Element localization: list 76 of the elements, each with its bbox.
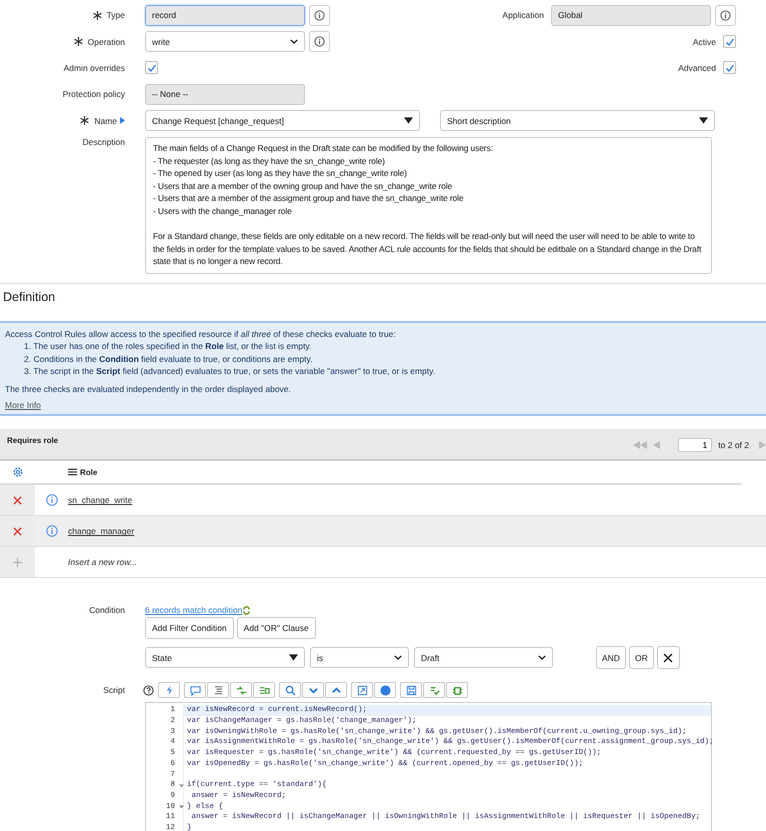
expand-icon[interactable]	[120, 117, 125, 124]
section-heading: Definition	[3, 290, 56, 306]
field-label: Script	[102, 684, 125, 696]
fullscreen-icon[interactable]	[351, 682, 373, 698]
field-label: Admin overrides	[62, 62, 125, 73]
application-field[interactable]: Global	[551, 4, 711, 26]
chevron-down-icon	[394, 655, 402, 660]
delete-icon[interactable]	[13, 526, 22, 536]
more-info-link[interactable]: More Info	[5, 400, 41, 410]
info-icon[interactable]	[715, 4, 736, 26]
field-select[interactable]: State	[145, 647, 305, 668]
info-text: Access Control Rules allow access to the specified resource if all three of these checks evaluate to true:	[5, 328, 397, 340]
insert-row-text[interactable]: Insert a new row...	[68, 557, 137, 568]
info-text: 3. The script in the Script field (advanced) evaluates to true, or sets the variable "answer" to true, or is empty.	[23, 365, 436, 378]
type-field[interactable]: record	[145, 4, 305, 26]
related-list-title: Requires role	[7, 436, 58, 446]
role-link[interactable]: change_manager	[68, 526, 134, 536]
filter-button[interactable]: Add "OR" Clause	[236, 617, 316, 640]
field-label: Name	[0, 116, 125, 126]
value-select[interactable]: Draft	[414, 647, 553, 668]
field-label: Application	[501, 10, 544, 20]
toggle-syntax-icon[interactable]	[158, 682, 180, 698]
fold-icon[interactable]	[179, 804, 184, 809]
column-header[interactable]: Role	[68, 468, 98, 477]
field-label: Advanced	[677, 62, 716, 73]
debug-icon[interactable]	[446, 682, 468, 698]
dropdown-arrow-icon	[404, 117, 413, 124]
remove-button[interactable]	[656, 646, 680, 670]
search-icon[interactable]	[279, 682, 301, 698]
field-label: Operation	[0, 36, 125, 47]
replace-all-icon[interactable]	[253, 682, 275, 698]
save-icon[interactable]	[400, 682, 422, 698]
filter-button[interactable]: Add Filter Condition	[145, 617, 234, 640]
fold-icon[interactable]	[179, 784, 184, 788]
chevron-down-icon	[290, 39, 298, 44]
active-checkbox[interactable]	[723, 35, 736, 48]
close-icon	[663, 652, 674, 663]
down-icon[interactable]	[302, 682, 324, 698]
description-field[interactable]: The main fields of a Change Request in the Draft state can be modified by the following users: - The requester (as long as they have the sn_change_write role) - The opened by user (as long as they have the sn_change_write role) - Users that are a member of the owning group and have the sn_change_write role - Users that are a member of the assigment group and have the sn_change_write role - Users with the change_manager role For a Standard change, these fields are only editable on a new record. The fields will be read-only but will need the user will need to be able to write to the fields in order for the template values to be saved. Another ACL rule accounts for the fields that should be editbale on a Standard change in the Draft state that is no longer a new record.	[145, 136, 712, 274]
page-count: to 2 of 2	[718, 440, 749, 450]
advanced-checkbox[interactable]	[723, 61, 736, 74]
field-label: Condition	[88, 605, 125, 616]
info-icon[interactable]	[309, 4, 330, 26]
refresh-icon[interactable]	[242, 606, 252, 615]
up-icon[interactable]	[325, 682, 347, 698]
page-field[interactable]: 1	[678, 438, 712, 452]
replace-icon[interactable]	[230, 682, 252, 698]
menu-icon[interactable]	[68, 468, 77, 476]
match-link[interactable]: 6 records match condition	[145, 605, 242, 616]
settings-icon[interactable]	[12, 466, 24, 478]
operation-select[interactable]: write	[145, 31, 305, 52]
protection-policy-field[interactable]: -- None --	[145, 84, 305, 105]
field-label: Type	[0, 10, 125, 20]
field-label: Protection policy	[62, 89, 125, 100]
role-link[interactable]: sn_change_write	[68, 495, 132, 506]
info-text: 1. The user has one of the roles specified in the Role list, or the list is empty.	[23, 340, 312, 353]
dropdown-arrow-icon	[289, 654, 298, 662]
info-icon[interactable]	[309, 31, 330, 52]
info-text: The three checks are evaluated independently in the order displayed above.	[5, 382, 292, 396]
admin-overrides-checkbox[interactable]	[145, 61, 158, 74]
format-icon[interactable]	[207, 682, 229, 698]
delete-icon[interactable]	[13, 496, 22, 505]
column-select[interactable]: Short description	[440, 110, 715, 132]
check-icon[interactable]	[423, 682, 445, 698]
comment-icon[interactable]	[184, 682, 206, 698]
field-label: Description	[81, 136, 125, 147]
logic-button[interactable]: AND	[596, 646, 626, 670]
operator-select[interactable]: is	[310, 647, 409, 668]
dropdown-arrow-icon	[699, 117, 708, 124]
info-text: 2. Conditions in the Condition field evaluate to true, or conditions are empty.	[23, 352, 314, 366]
field-label: Active	[692, 36, 716, 47]
chevron-down-icon	[538, 655, 546, 660]
table-select[interactable]: Change Request [change_request]	[145, 110, 420, 132]
logic-button[interactable]: OR	[628, 646, 654, 670]
code-editor[interactable]	[145, 702, 712, 831]
info-icon[interactable]	[46, 494, 58, 506]
